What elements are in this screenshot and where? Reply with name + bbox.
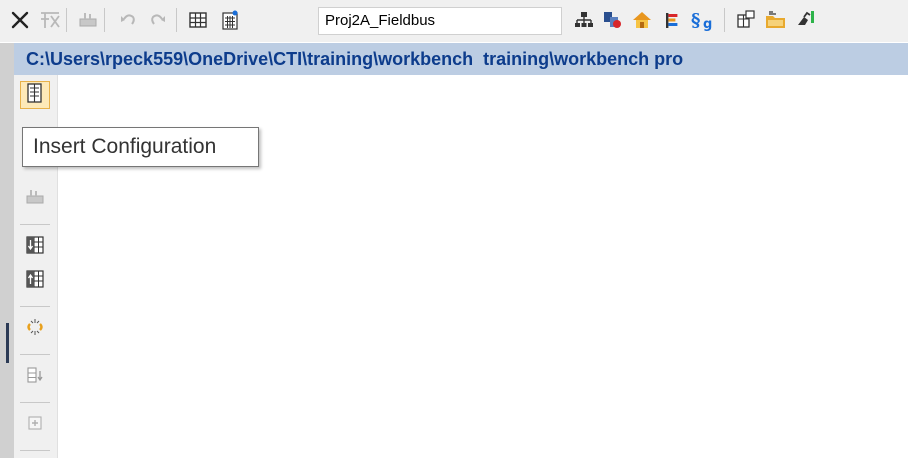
move-down-icon	[25, 365, 45, 390]
toolbar-separator	[20, 306, 50, 307]
insert-device-icon	[24, 187, 46, 212]
home-icon[interactable]	[630, 6, 654, 34]
insert-column-before-button[interactable]	[20, 233, 50, 261]
flag-icon[interactable]	[660, 6, 684, 34]
toolbar-separator	[176, 8, 177, 32]
calculator-icon[interactable]	[218, 6, 242, 34]
move-down-button[interactable]	[20, 363, 50, 391]
svg-text:g: g	[703, 17, 712, 31]
expand-button[interactable]	[20, 411, 50, 439]
global-defines-icon[interactable]: § g	[688, 6, 718, 34]
insert-device-icon[interactable]	[76, 6, 100, 34]
link-icon	[24, 316, 46, 343]
toolbar-separator	[20, 450, 50, 451]
undo-icon[interactable]	[116, 6, 140, 34]
project-path-bar: C:\Users\rpeck559\OneDrive\CTI\training\…	[14, 43, 908, 75]
toolbar-separator	[20, 402, 50, 403]
network-icon[interactable]	[572, 6, 596, 34]
run-icon[interactable]	[794, 6, 818, 34]
link-button[interactable]	[20, 315, 50, 343]
insert-configuration-button[interactable]	[20, 81, 50, 109]
delete-icon[interactable]	[8, 6, 32, 34]
toolbar-separator	[20, 354, 50, 355]
toolbar-separator	[66, 8, 67, 32]
insert-device-button[interactable]	[20, 185, 50, 213]
insert-column-before-icon	[25, 235, 45, 260]
toolbar-separator	[724, 8, 725, 32]
grid-view-icon[interactable]	[186, 6, 210, 34]
window-properties-icon[interactable]	[734, 6, 758, 34]
delete-all-icon[interactable]	[38, 6, 62, 34]
toolbar-separator	[20, 224, 50, 225]
main-toolbar: Proj2A_Fieldbus § g	[0, 0, 908, 42]
left-frame-strip	[0, 43, 14, 458]
open-folder-icon[interactable]	[764, 6, 788, 34]
tooltip: Insert Configuration	[22, 127, 259, 167]
insert-column-after-button[interactable]	[20, 267, 50, 295]
project-name-field[interactable]: Proj2A_Fieldbus	[318, 7, 562, 35]
expand-icon	[26, 414, 44, 437]
svg-text:§: §	[691, 10, 700, 31]
toolbar-separator	[104, 8, 105, 32]
frame-accent	[6, 323, 9, 363]
io-wiring-icon[interactable]	[600, 6, 624, 34]
insert-column-after-icon	[25, 269, 45, 294]
insert-configuration-icon	[25, 82, 45, 109]
redo-icon[interactable]	[146, 6, 170, 34]
workbench-window: Proj2A_Fieldbus § g C:\Users\rpeck559\On…	[0, 0, 908, 458]
